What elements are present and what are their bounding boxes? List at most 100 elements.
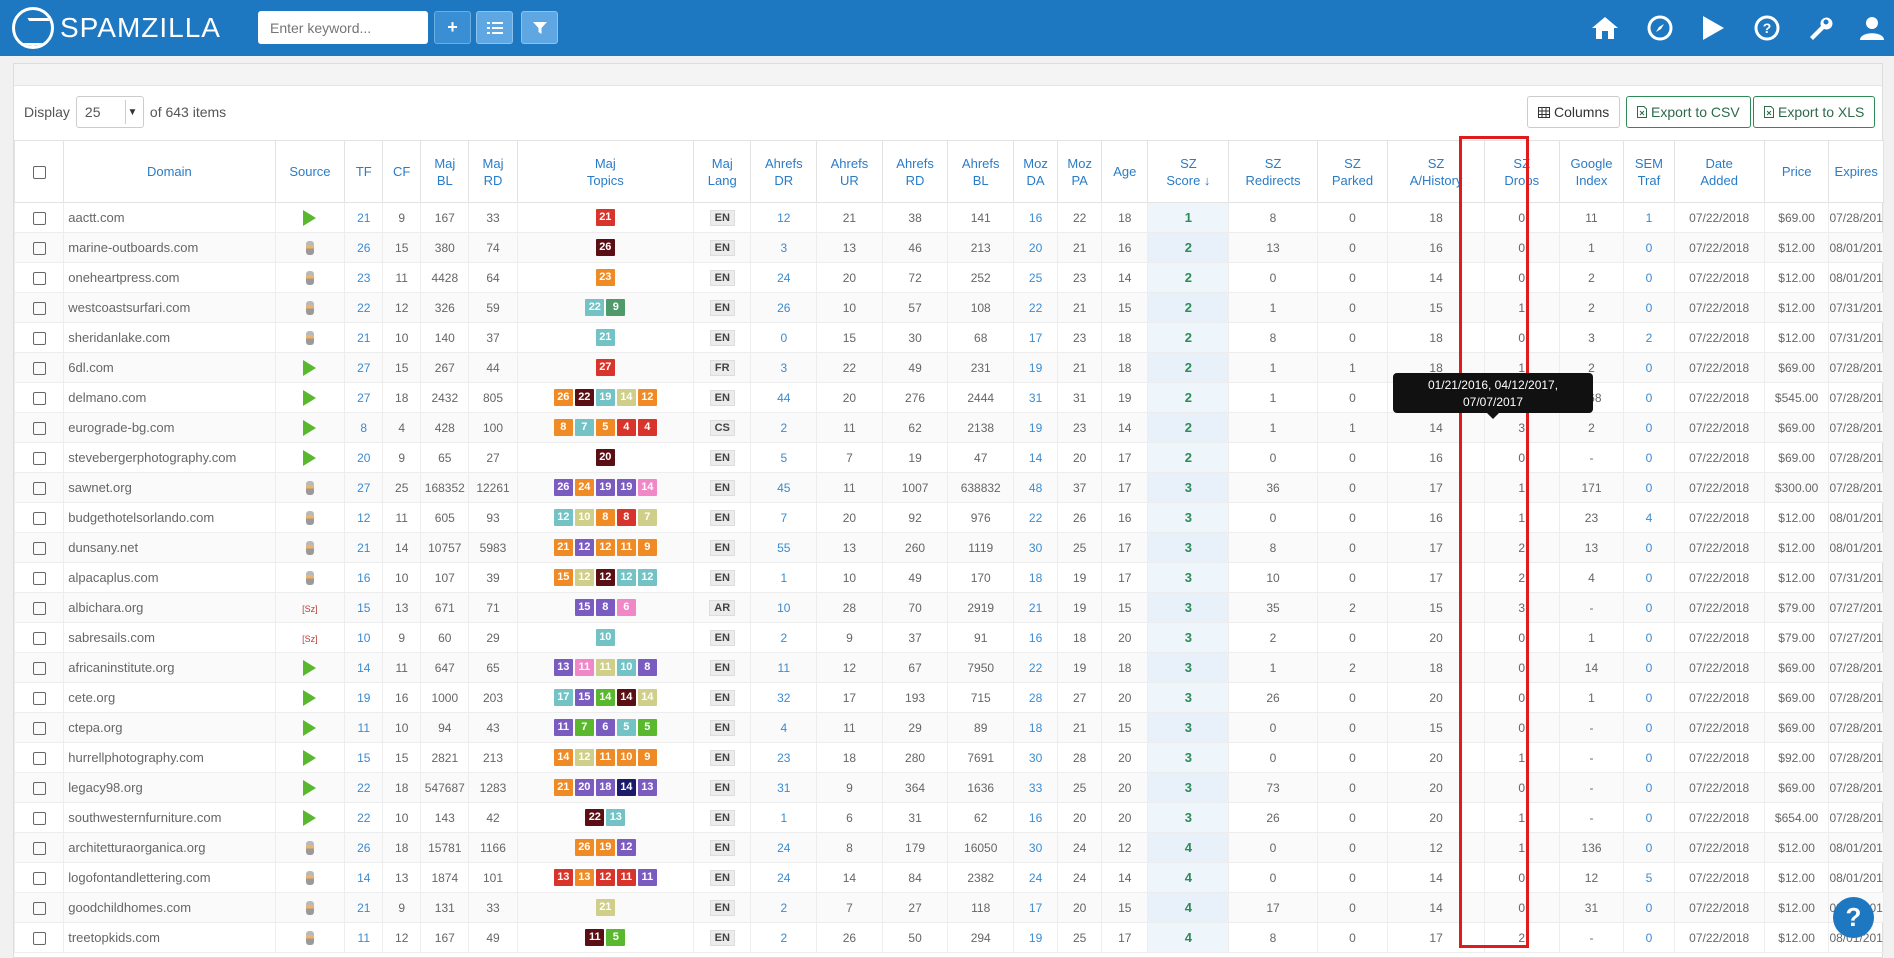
row-select-cell[interactable]: [13, 352, 65, 383]
row-select-cell[interactable]: [13, 622, 65, 653]
column-header-ahrefs-rd[interactable]: Ahrefs RD: [881, 140, 949, 203]
row-select-cell[interactable]: [13, 922, 65, 953]
row-select-cell[interactable]: [13, 472, 65, 503]
column-header-ahrefs-bl[interactable]: Ahrefs BL: [947, 140, 1015, 203]
row-checkbox[interactable]: [32, 811, 46, 825]
row-select-cell[interactable]: [13, 262, 65, 293]
column-header-source[interactable]: Source: [274, 140, 346, 203]
column-header-expires[interactable]: Expires: [1828, 140, 1884, 203]
column-header-cf[interactable]: CF: [382, 140, 422, 203]
row-checkbox[interactable]: [32, 871, 46, 885]
table-row[interactable]: architetturaorganica.org 26 18 15781 1166 26 1…: [13, 832, 1884, 863]
row-checkbox[interactable]: [32, 571, 46, 585]
row-select-cell[interactable]: [13, 892, 65, 923]
table-row[interactable]: africaninstitute.org 14 11 647 65 13 11 11 10 8 EN…: [13, 652, 1884, 683]
column-header-sz-score[interactable]: SZ Score ↓: [1147, 140, 1230, 203]
domain-cell[interactable]: logofontandlettering.com: [63, 862, 276, 893]
table-row[interactable]: eurograde-bg.com 8 4 428 100 8 7 5 4 4 CS 2 11 62 2138…: [13, 412, 1884, 443]
domain-cell[interactable]: delmano.com: [63, 382, 276, 413]
home-button[interactable]: [1589, 12, 1621, 44]
column-header-google-index[interactable]: Google Index: [1558, 140, 1625, 203]
user-button[interactable]: [1856, 12, 1888, 44]
column-header-sz-drops[interactable]: SZ Drops: [1483, 140, 1560, 203]
table-row[interactable]: budgethotelsorlando.com 12 11 605 93 12 10 8 8 7 E…: [13, 502, 1884, 533]
table-row[interactable]: goodchildhomes.com 21 9 131 33 21 EN 2 7 27 118 17 2…: [13, 892, 1884, 923]
row-select-cell[interactable]: [13, 832, 65, 863]
table-row[interactable]: alpacaplus.com 16 10 107 39 15 12 12 12 12 EN 1 10 49…: [13, 562, 1884, 593]
row-checkbox[interactable]: [32, 721, 46, 735]
domain-cell[interactable]: sheridanlake.com: [63, 322, 276, 353]
column-header-tf[interactable]: TF: [344, 140, 384, 203]
filter-button[interactable]: [521, 11, 558, 44]
column-header-domain[interactable]: Domain: [63, 140, 276, 203]
domain-cell[interactable]: westcoastsurfari.com: [63, 292, 276, 323]
table-row[interactable]: 6dl.com 27 15 267 44 27 FR 3 22 49 231 19 21 18 2 1 1 18 1…: [13, 352, 1884, 383]
column-header-maj-topics[interactable]: Maj Topics: [516, 140, 695, 203]
help-fab-button[interactable]: ?: [1833, 897, 1874, 938]
domain-cell[interactable]: alpacaplus.com: [63, 562, 276, 593]
domain-cell[interactable]: architetturaorganica.org: [63, 832, 276, 863]
row-select-cell[interactable]: [13, 802, 65, 833]
export-xls-button[interactable]: Export to XLS: [1753, 96, 1876, 128]
search-input[interactable]: [258, 11, 428, 44]
row-checkbox[interactable]: [32, 751, 46, 765]
domain-cell[interactable]: eurograde-bg.com: [63, 412, 276, 443]
domain-cell[interactable]: africaninstitute.org: [63, 652, 276, 683]
column-header-price[interactable]: Price: [1763, 140, 1830, 203]
row-checkbox[interactable]: [32, 841, 46, 855]
column-header-moz-da[interactable]: Moz DA: [1013, 140, 1059, 203]
table-row[interactable]: dunsany.net 21 14 10757 5983 21 12 12 11 9 EN 55 13 2…: [13, 532, 1884, 563]
column-header-ahrefs-dr[interactable]: Ahrefs DR: [750, 140, 818, 203]
row-select-cell[interactable]: [13, 742, 65, 773]
row-checkbox[interactable]: [32, 631, 46, 645]
row-checkbox[interactable]: [32, 901, 46, 915]
columns-button[interactable]: Columns: [1527, 96, 1621, 128]
row-checkbox[interactable]: [32, 421, 46, 435]
table-row[interactable]: southwesternfurniture.com 22 10 143 42 22 13 EN…: [13, 802, 1884, 833]
table-row[interactable]: marine-outboards.com 26 15 380 74 26 EN 3 13 46 21…: [13, 232, 1884, 263]
column-header-date-added[interactable]: Date Added: [1673, 140, 1765, 203]
row-select-cell[interactable]: [13, 382, 65, 413]
column-header-maj-lang[interactable]: Maj Lang: [693, 140, 752, 203]
row-select-cell[interactable]: [13, 532, 65, 563]
row-checkbox[interactable]: [32, 391, 46, 405]
row-select-cell[interactable]: [13, 502, 65, 533]
column-header-age[interactable]: Age: [1101, 140, 1149, 203]
row-checkbox[interactable]: [32, 931, 46, 945]
row-checkbox[interactable]: [32, 661, 46, 675]
row-select-cell[interactable]: [13, 712, 65, 743]
row-checkbox[interactable]: [32, 601, 46, 615]
row-checkbox[interactable]: [32, 451, 46, 465]
domain-cell[interactable]: goodchildhomes.com: [63, 892, 276, 923]
domain-cell[interactable]: cete.org: [63, 682, 276, 713]
row-checkbox[interactable]: [32, 541, 46, 555]
domain-cell[interactable]: sabresails.com: [63, 622, 276, 653]
add-button[interactable]: +: [434, 11, 471, 44]
domain-cell[interactable]: dunsany.net: [63, 532, 276, 563]
row-checkbox[interactable]: [32, 691, 46, 705]
table-row[interactable]: logofontandlettering.com 14 13 1874 101 13 13 1…: [13, 862, 1884, 893]
column-header-maj-bl[interactable]: Maj BL: [420, 140, 470, 203]
table-row[interactable]: treetopkids.com 11 12 167 49 11 5 EN 2 26 50 294 19 2…: [13, 922, 1884, 953]
table-row[interactable]: ctepa.org 11 10 94 43 11 7 6 5 5 EN 4 11 29 89 18 21 15 3 0…: [13, 712, 1884, 743]
settings-button[interactable]: [1804, 12, 1836, 44]
table-row[interactable]: aactt.com 21 9 167 33 21 EN 12 21 38 141 16 22 18 1 8 0 1…: [13, 202, 1884, 233]
domain-cell[interactable]: treetopkids.com: [63, 922, 276, 953]
column-header-ahrefs-ur[interactable]: Ahrefs UR: [816, 140, 883, 203]
table-row[interactable]: oneheartpress.com 23 11 4428 64 23 EN 24 20 72 252…: [13, 262, 1884, 293]
domain-cell[interactable]: aactt.com: [63, 202, 276, 233]
table-row[interactable]: cete.org 19 16 1000 203 17 15 14 14 14 EN 32 17 193 71…: [13, 682, 1884, 713]
row-checkbox[interactable]: [32, 301, 46, 315]
app-logo[interactable]: SPAMZILLA: [12, 6, 221, 50]
table-row[interactable]: albichara.org [Sz] 15 13 671 71 15 8 6 AR 10 28 70 29…: [13, 592, 1884, 623]
domain-cell[interactable]: 6dl.com: [63, 352, 276, 383]
domain-cell[interactable]: marine-outboards.com: [63, 232, 276, 263]
domain-cell[interactable]: albichara.org: [63, 592, 276, 623]
row-select-cell[interactable]: [13, 562, 65, 593]
row-select-cell[interactable]: [13, 772, 65, 803]
row-checkbox[interactable]: [32, 271, 46, 285]
play-button[interactable]: [1697, 12, 1729, 44]
row-select-cell[interactable]: [13, 592, 65, 623]
domain-cell[interactable]: sawnet.org: [63, 472, 276, 503]
explore-button[interactable]: [1644, 12, 1676, 44]
